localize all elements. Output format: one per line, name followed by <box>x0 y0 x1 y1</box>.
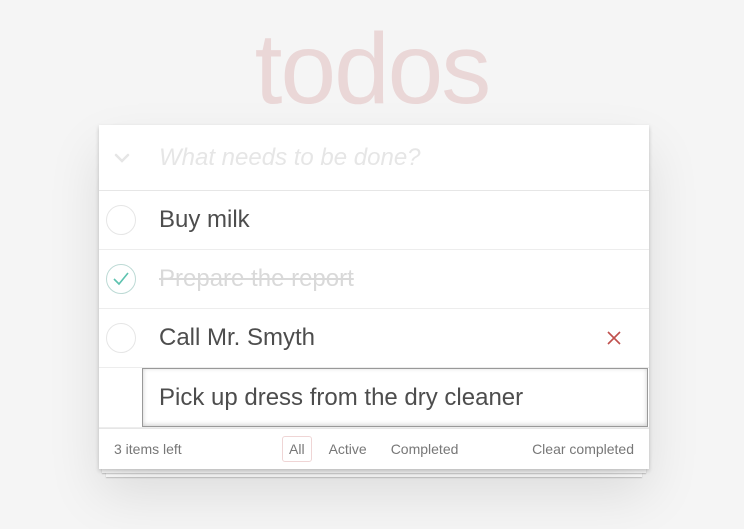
todo-item: Buy milk <box>99 191 649 250</box>
todo-checkbox[interactable] <box>106 205 136 235</box>
todo-app: Buy milk Prepare the report Call Mr. Smy… <box>99 125 649 469</box>
page: todos Buy milk Prepare the rep <box>0 0 744 529</box>
header <box>99 125 649 191</box>
todo-item-editing <box>99 368 649 428</box>
clear-completed-button[interactable]: Clear completed <box>532 429 634 469</box>
app-title: todos <box>254 13 492 125</box>
items-left-count: 3 items left <box>114 441 182 457</box>
toggle-all-button[interactable] <box>99 125 144 190</box>
filters: All Active Completed <box>282 436 465 462</box>
todo-label[interactable]: Buy milk <box>159 191 250 249</box>
todo-label[interactable]: Call Mr. Smyth <box>159 309 315 367</box>
filter-all[interactable]: All <box>282 436 312 462</box>
todo-label[interactable]: Prepare the report <box>159 250 354 308</box>
todo-list: Buy milk Prepare the report Call Mr. Smy… <box>99 191 649 428</box>
checkmark-icon <box>113 272 129 286</box>
todo-checkbox-checked[interactable] <box>106 264 136 294</box>
filter-completed[interactable]: Completed <box>384 436 466 462</box>
filter-active[interactable]: Active <box>322 436 374 462</box>
footer: 3 items left All Active Completed Clear … <box>99 428 649 469</box>
todo-item-completed: Prepare the report <box>99 250 649 309</box>
delete-todo-button[interactable] <box>599 323 629 353</box>
todo-item-hovered: Call Mr. Smyth <box>99 309 649 368</box>
close-icon <box>607 331 621 345</box>
todo-edit-input[interactable] <box>142 368 648 427</box>
new-todo-input[interactable] <box>159 125 639 190</box>
chevron-down-icon <box>114 153 129 163</box>
todo-checkbox[interactable] <box>106 323 136 353</box>
